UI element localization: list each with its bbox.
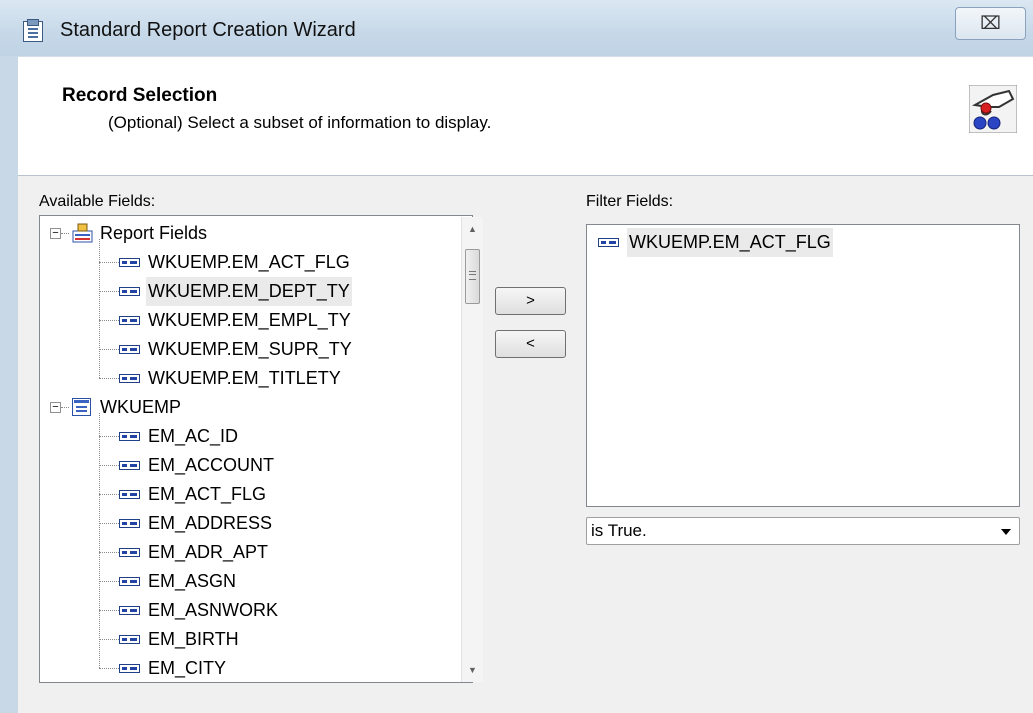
tree-connector <box>99 465 119 466</box>
window-title: Standard Report Creation Wizard <box>60 19 356 41</box>
close-button[interactable]: ⌧ <box>955 7 1026 40</box>
tree-field-label: EM_ACCOUNT <box>148 455 275 475</box>
field-icon <box>119 345 140 354</box>
field-icon <box>119 461 140 470</box>
table-icon <box>72 398 91 416</box>
field-icon <box>119 635 140 644</box>
tree-field-item[interactable]: EM_ACT_FLG <box>40 480 460 509</box>
tree-field-label: EM_BIRTH <box>148 629 239 649</box>
field-icon <box>119 519 140 528</box>
field-icon <box>119 432 140 441</box>
tree-connector <box>99 639 119 640</box>
tree-connector <box>99 291 119 292</box>
tree-field-label: WKUEMP.EM_EMPL_TY <box>148 310 351 330</box>
report-fields-icon <box>72 223 93 243</box>
tree-field-label: WKUEMP.EM_SUPR_TY <box>148 339 352 359</box>
tree-field-label: EM_CITY <box>148 658 227 678</box>
tree-connector <box>99 523 119 524</box>
tree-field-label: EM_ADDRESS <box>148 513 273 533</box>
tree-field-label: EM_ACT_FLG <box>148 484 267 504</box>
wizard-header: Record Selection (Optional) Select a sub… <box>18 56 1033 176</box>
tree-field-item[interactable]: WKUEMP.EM_SUPR_TY <box>40 335 460 364</box>
scroll-thumb[interactable] <box>465 249 480 304</box>
scroll-up-arrow-icon[interactable]: ▲ <box>462 219 483 239</box>
field-icon <box>598 238 619 247</box>
filter-field-label: WKUEMP.EM_ACT_FLG <box>627 228 833 257</box>
tree-connector <box>99 349 119 350</box>
tree-field-item[interactable]: EM_ACCOUNT <box>40 451 460 480</box>
tree-field-item[interactable]: WKUEMP.EM_TITLETY <box>40 364 460 393</box>
filter-fields-list[interactable]: WKUEMP.EM_ACT_FLG <box>586 224 1020 507</box>
tree-connector <box>99 668 119 669</box>
tree-field-label: EM_ADR_APT <box>148 542 269 562</box>
tree-group-1[interactable]: − WKUEMP <box>40 393 460 422</box>
remove-field-button[interactable]: < <box>495 330 566 358</box>
available-fields-label: Available Fields: <box>39 193 156 210</box>
tree-group-label: Report Fields <box>100 223 208 243</box>
tree-field-label: WKUEMP.EM_DEPT_TY <box>146 277 352 306</box>
field-icon <box>119 316 140 325</box>
tree-connector <box>61 407 69 408</box>
tree-connector <box>99 494 119 495</box>
tree-connector <box>99 436 119 437</box>
field-icon <box>119 548 140 557</box>
tree-field-label: EM_ASGN <box>148 571 237 591</box>
tree-field-label: EM_ASNWORK <box>148 600 279 620</box>
tree-field-item[interactable]: EM_ASNWORK <box>40 596 460 625</box>
filter-condition-select[interactable]: is True. <box>586 517 1020 545</box>
tree-connector <box>99 413 100 668</box>
tree-connector <box>99 320 119 321</box>
filter-fields-label: Filter Fields: <box>586 193 674 210</box>
tree-connector <box>99 581 119 582</box>
filter-condition-value: is True. <box>591 521 647 540</box>
tree-field-label: WKUEMP.EM_TITLETY <box>148 368 341 388</box>
tree-group-label: WKUEMP <box>100 397 181 417</box>
record-selection-wizard-icon <box>969 85 1017 133</box>
page-subtitle: (Optional) Select a subset of informatio… <box>108 113 492 132</box>
tree-field-item[interactable]: EM_AC_ID <box>40 422 460 451</box>
tree-field-item[interactable]: EM_ASGN <box>40 567 460 596</box>
collapse-icon[interactable]: − <box>50 402 61 413</box>
tree-field-item[interactable]: WKUEMP.EM_EMPL_TY <box>40 306 460 335</box>
wizard-app-icon <box>23 19 43 42</box>
field-icon <box>119 287 140 296</box>
tree-field-item[interactable]: EM_ADR_APT <box>40 538 460 567</box>
tree-connector <box>99 239 100 378</box>
close-icon: ⌧ <box>980 13 1001 33</box>
field-icon <box>119 664 140 673</box>
tree-field-item[interactable]: EM_CITY <box>40 654 460 683</box>
collapse-icon[interactable]: − <box>50 228 61 239</box>
add-field-button[interactable]: > <box>495 287 566 315</box>
scroll-down-arrow-icon[interactable]: ▼ <box>462 660 483 680</box>
tree-connector <box>99 610 119 611</box>
chevron-down-icon <box>1001 529 1011 535</box>
field-icon <box>119 258 140 267</box>
wizard-body: Available Fields: − Report Fields WKUEMP.E… <box>18 176 1033 713</box>
tree-field-item[interactable]: WKUEMP.EM_ACT_FLG <box>40 248 460 277</box>
field-icon <box>119 577 140 586</box>
tree-field-item[interactable]: WKUEMP.EM_DEPT_TY <box>40 277 460 306</box>
tree-connector <box>99 262 119 263</box>
tree-connector <box>99 378 119 379</box>
tree-field-label: EM_AC_ID <box>148 426 239 446</box>
page-title: Record Selection <box>62 85 218 106</box>
title-bar: Standard Report Creation Wizard ⌧ <box>0 0 1033 56</box>
field-icon <box>119 374 140 383</box>
tree-group-0[interactable]: − Report Fields <box>40 219 460 248</box>
tree-field-item[interactable]: EM_ADDRESS <box>40 509 460 538</box>
available-fields-tree[interactable]: − Report Fields WKUEMP.EM_ACT_FLG WKUEMP.EM… <box>39 215 483 683</box>
tree-field-item[interactable]: EM_BIRTH <box>40 625 460 654</box>
filter-field-item[interactable]: WKUEMP.EM_ACT_FLG <box>587 228 1017 257</box>
tree-field-label: WKUEMP.EM_ACT_FLG <box>148 252 350 272</box>
vertical-scrollbar[interactable]: ▲ ▼ <box>461 217 483 682</box>
field-icon <box>119 490 140 499</box>
tree-connector <box>99 552 119 553</box>
field-icon <box>119 606 140 615</box>
tree-connector <box>61 233 69 234</box>
